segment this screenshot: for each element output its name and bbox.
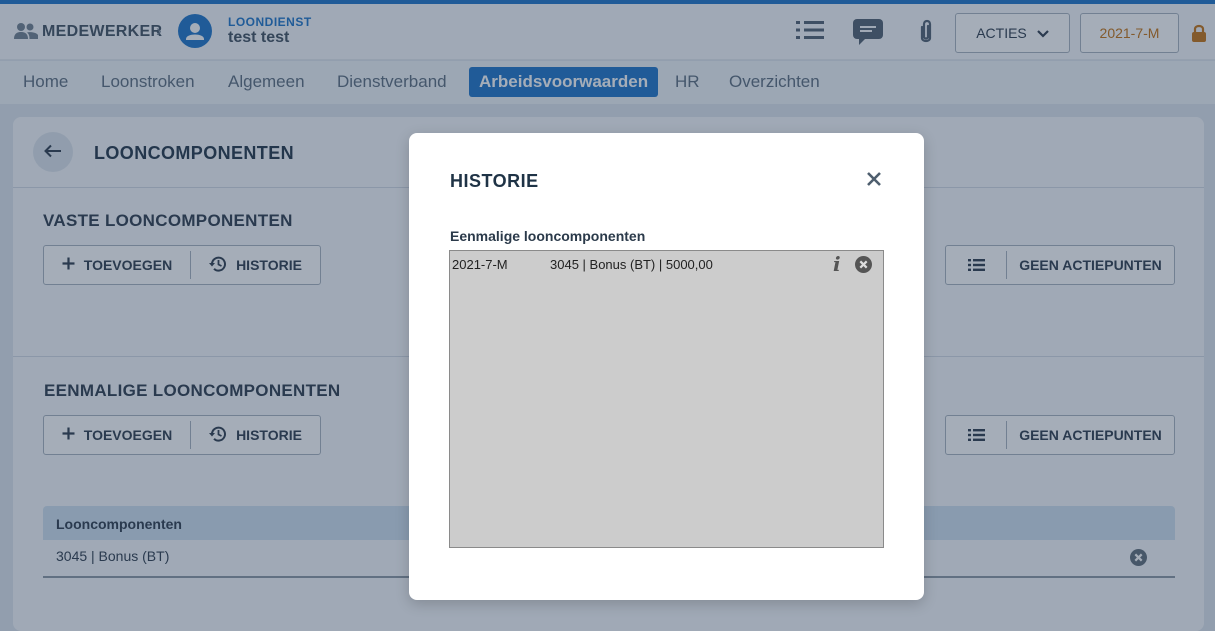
history-item-description: 3045 | Bonus (BT) | 5000,00 <box>550 257 713 272</box>
close-icon[interactable] <box>864 169 884 189</box>
history-listbox[interactable]: 2021-7-M 3045 | Bonus (BT) | 5000,00 i <box>449 250 884 548</box>
remove-circle-icon[interactable] <box>855 256 872 278</box>
info-icon[interactable]: i <box>833 252 841 276</box>
history-item-period: 2021-7-M <box>452 257 508 272</box>
history-list-label: Eenmalige looncomponenten <box>450 228 646 244</box>
history-modal: HISTORIE Eenmalige looncomponenten 2021-… <box>409 133 924 600</box>
modal-title: HISTORIE <box>450 171 539 191</box>
list-item[interactable]: 2021-7-M 3045 | Bonus (BT) | 5000,00 i <box>450 251 883 277</box>
